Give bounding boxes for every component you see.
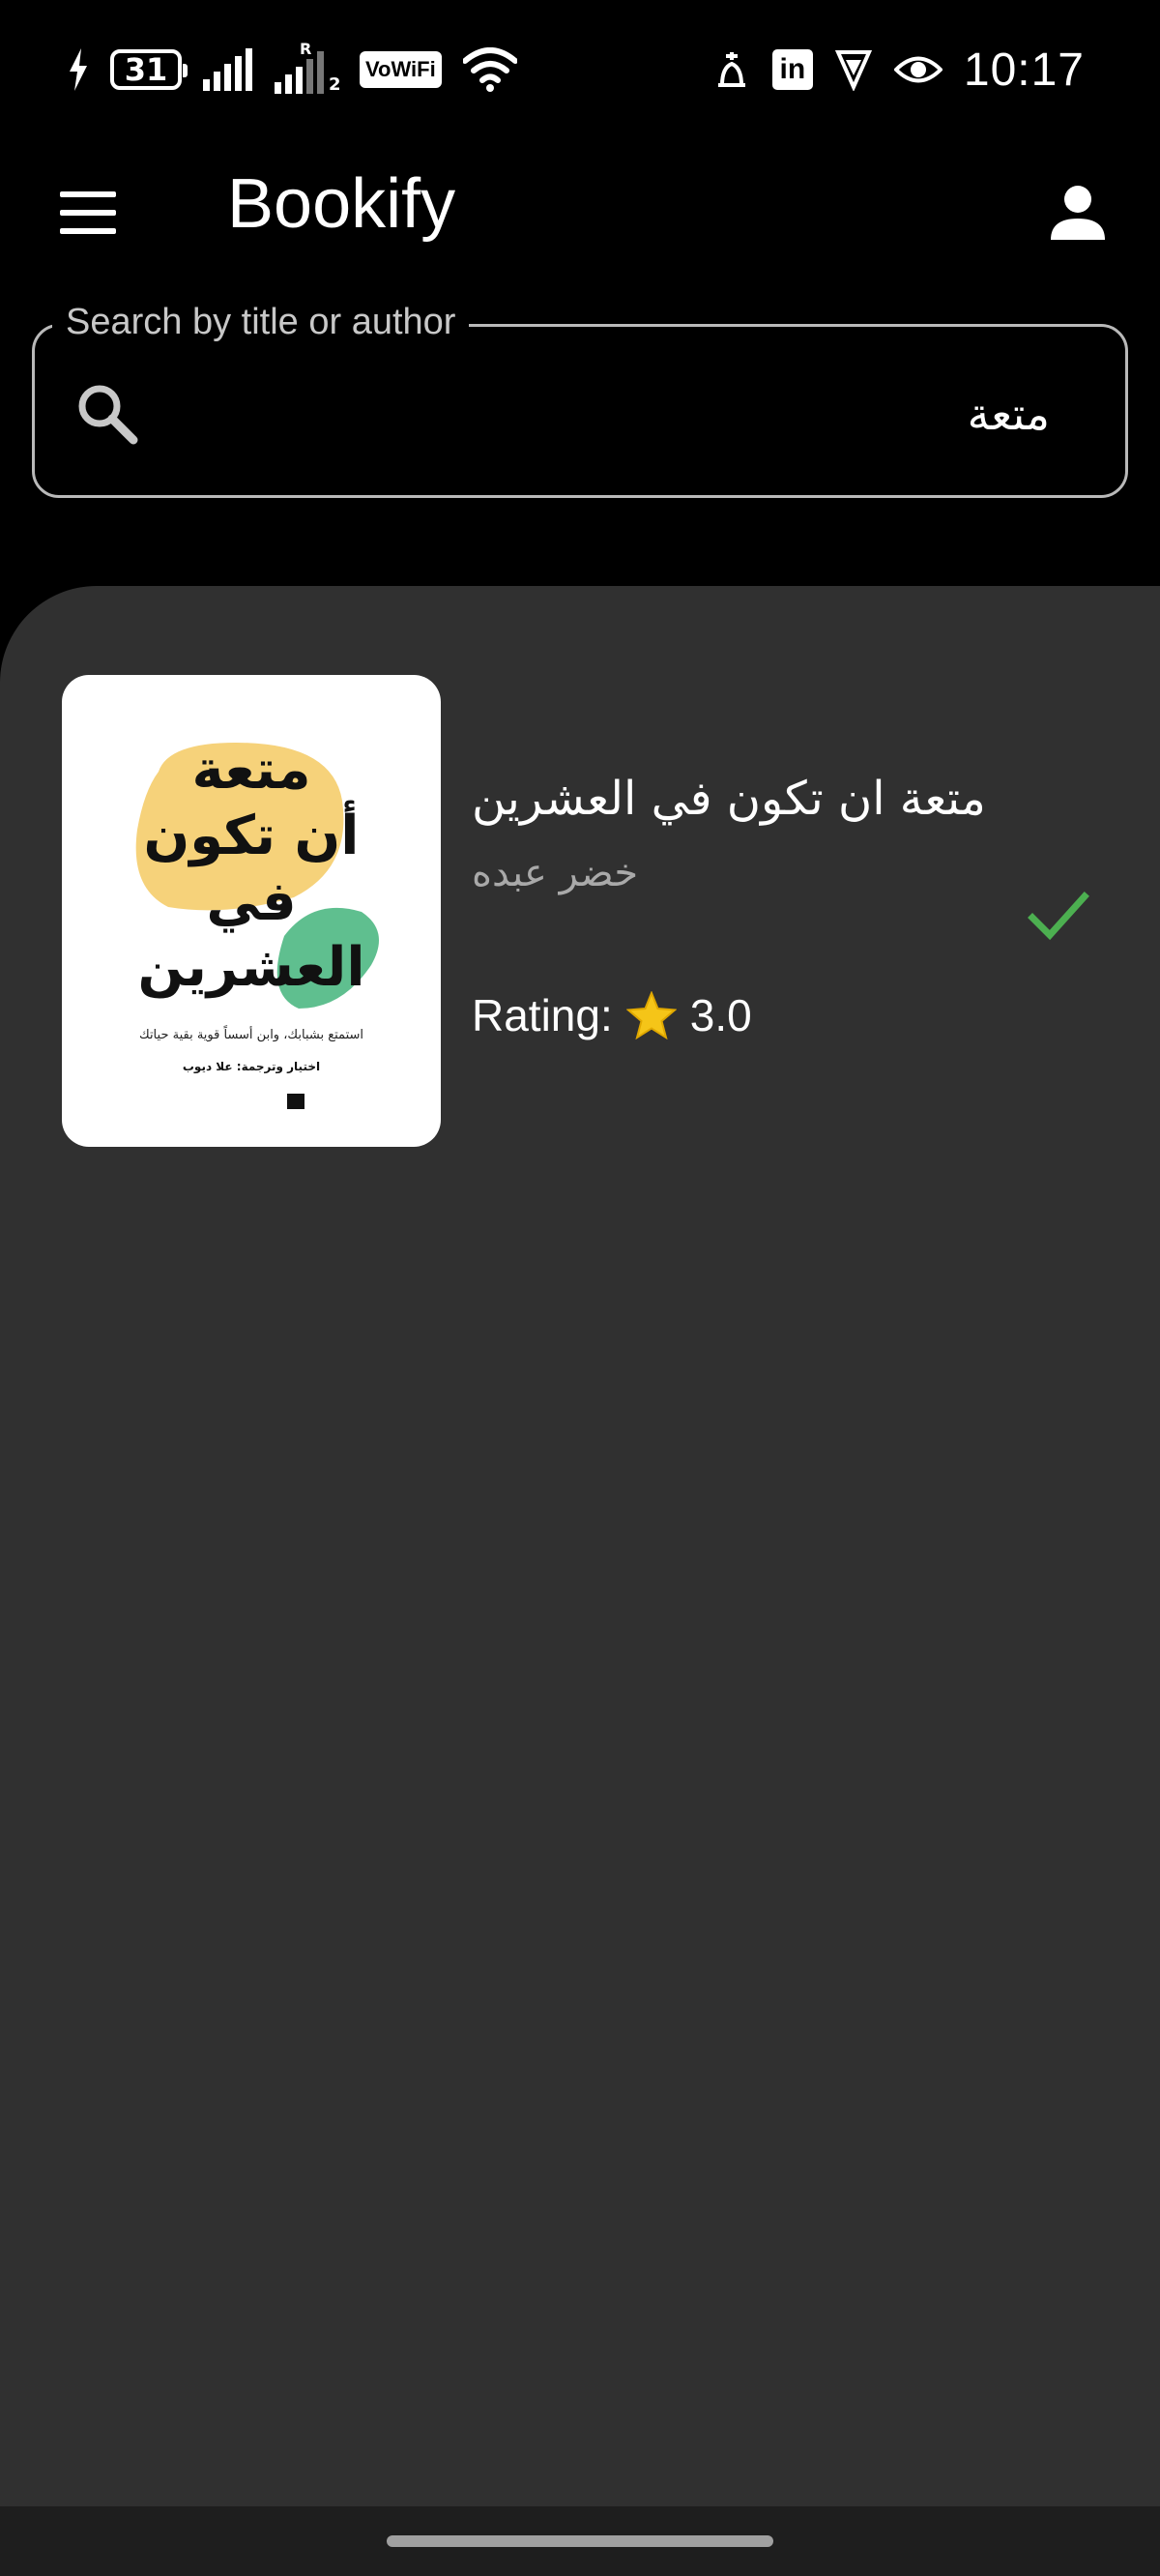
home-indicator[interactable] [387, 2535, 773, 2547]
cover-subtitle: استمتع بشبابك، وابن أسساً قوية بقية حيات… [138, 1028, 363, 1042]
search-icon [73, 380, 141, 448]
vpn-icon [834, 50, 872, 91]
cover-title-line: أن تكون [143, 805, 360, 867]
book-title[interactable]: متعة ان تكون في العشرين [472, 772, 1052, 826]
rating-label: Rating: [472, 990, 613, 1040]
roaming-label: R [300, 40, 312, 58]
top-app-bar: Bookify [0, 145, 1160, 271]
book-rating: Rating: 3.0 [472, 989, 752, 1041]
status-right-group: in 10:17 [712, 41, 1085, 99]
book-author: خضر عبده [472, 851, 639, 895]
battery-icon: 31 [110, 49, 188, 90]
sim-slot-label: 2 [329, 74, 341, 95]
signal-icon [203, 48, 252, 91]
check-icon[interactable] [1025, 883, 1092, 951]
wifi-icon [462, 47, 517, 92]
vowifi-icon: VoWiFi [360, 51, 442, 88]
search-field[interactable]: Search by title or author [32, 302, 1128, 498]
cover-title-line: متعة [191, 739, 311, 802]
search-input[interactable] [180, 366, 1050, 462]
search-label: Search by title or author [52, 302, 470, 343]
status-bar: 31 R 2 VoWiFi in 10:17 [0, 0, 1160, 145]
star-icon [625, 991, 677, 1039]
signal-roaming-icon: R 2 [275, 40, 341, 95]
cover-credit: اختيار وترجمة: علا ديوب [182, 1060, 321, 1073]
menu-icon[interactable] [54, 184, 122, 242]
charging-icon [70, 48, 87, 91]
cover-title-line: العشرين [137, 936, 365, 999]
publisher-logo-icon [287, 1094, 304, 1109]
linkedin-icon: in [771, 49, 813, 90]
results-sheet: متعة أن تكون في العشرين استمتع بشبابك، و… [0, 586, 1160, 2506]
rating-value: 3.0 [689, 990, 752, 1040]
status-time: 10:17 [963, 44, 1085, 96]
account-icon[interactable] [1039, 174, 1116, 251]
notification-icon [717, 52, 745, 87]
list-item[interactable]: متعة أن تكون في العشرين استمتع بشبابك، و… [0, 675, 1160, 1158]
cover-title-line: في [206, 870, 297, 933]
status-left-group: 31 R 2 VoWiFi [68, 40, 517, 99]
system-nav-bar [0, 2506, 1160, 2576]
eye-icon [893, 56, 942, 83]
cover-title: متعة أن تكون في العشرين [62, 738, 441, 1001]
book-cover: متعة أن تكون في العشرين استمتع بشبابك، و… [62, 675, 441, 1147]
app-title: Bookify [227, 165, 456, 243]
